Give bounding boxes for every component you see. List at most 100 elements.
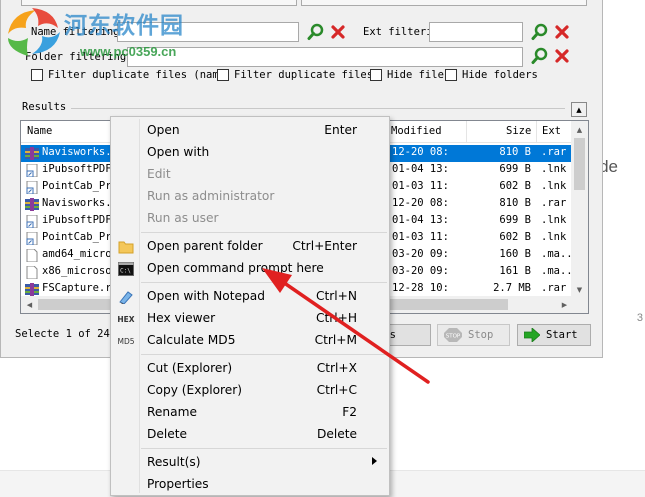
row-name: amd64_micros	[42, 248, 118, 260]
row-modified: 01-04 13:	[392, 163, 449, 175]
ext-filter-clear-icon[interactable]	[552, 22, 572, 42]
row-name: x86_microsof	[42, 265, 118, 277]
shortcut-file-icon	[25, 214, 39, 229]
top-tab-strip-right[interactable]	[301, 0, 587, 6]
row-modified: 12-28 10:	[392, 282, 449, 294]
menu-item-label: Delete	[147, 427, 188, 441]
rar-archive-icon	[25, 198, 39, 211]
row-size: 810 B	[499, 197, 531, 209]
submenu-arrow-icon	[372, 457, 377, 465]
checkbox-box[interactable]	[445, 69, 457, 81]
menu-item-shortcut: Enter	[324, 123, 357, 137]
menu-item-shortcut: Ctrl+N	[315, 289, 357, 303]
svg-text:C:\: C:\	[120, 268, 131, 275]
menu-item-open-command-prompt-here[interactable]: C:\ Open command prompt here	[113, 258, 387, 280]
vertical-scroll-thumb[interactable]	[574, 138, 585, 190]
column-header-name[interactable]: Name	[27, 125, 52, 137]
folder-filtering-input[interactable]	[127, 47, 523, 67]
row-name: iPubsoftPDF	[42, 163, 112, 175]
row-modified: 01-03 11:	[392, 231, 449, 243]
menu-item-cut-explorer[interactable]: Cut (Explorer) Ctrl+X	[113, 358, 387, 380]
row-ext: .lnk	[541, 231, 567, 243]
blank-file-icon	[25, 248, 39, 263]
row-name: iPubsoftPDF	[42, 214, 112, 226]
notepad-icon	[117, 289, 135, 305]
menu-item-label: Result(s)	[147, 455, 201, 469]
start-button[interactable]: Start	[517, 324, 591, 346]
scroll-right-arrow-icon[interactable]: ▶	[556, 296, 573, 313]
scroll-left-arrow-icon[interactable]: ◀	[21, 296, 38, 313]
md5-icon: MD5	[117, 336, 135, 346]
menu-item-label: Edit	[147, 167, 171, 181]
menu-item-properties[interactable]: Properties	[113, 474, 387, 496]
watermark-url: www.pc0359.cn	[80, 44, 177, 59]
row-size: 699 B	[499, 214, 531, 226]
row-ext: .lnk	[541, 163, 567, 175]
menu-item-hex-viewer[interactable]: HEX Hex viewer Ctrl+H	[113, 308, 387, 330]
collapse-results-button[interactable]: ▲	[571, 102, 587, 117]
filter-duplicate-files-checkbox[interactable]: Filter duplicate files	[217, 69, 373, 81]
row-ext: .ma..	[541, 248, 573, 260]
row-modified: 12-20 08:	[392, 146, 449, 158]
filter-duplicate-name-checkbox[interactable]: Filter duplicate files (name	[31, 69, 225, 81]
menu-item-shortcut: Ctrl+M	[314, 333, 357, 347]
menu-item-open[interactable]: Open Enter	[113, 120, 387, 142]
row-ext: .ma..	[541, 265, 573, 277]
scroll-up-arrow-icon[interactable]: ▲	[571, 121, 588, 138]
menu-item-edit[interactable]: Edit	[113, 164, 387, 186]
row-modified: 01-04 13:	[392, 214, 449, 226]
menu-item-delete[interactable]: Delete Delete	[113, 424, 387, 446]
column-separator[interactable]	[536, 121, 537, 143]
menu-item-rename[interactable]: Rename F2	[113, 402, 387, 424]
column-header-size[interactable]: Size	[506, 125, 531, 137]
stop-icon: STOP	[444, 328, 462, 342]
hide-folders-checkbox[interactable]: Hide folders	[445, 69, 538, 81]
row-ext: .rar	[541, 146, 567, 158]
menu-separator	[141, 282, 387, 283]
checkbox-label: Filter duplicate files (name	[48, 69, 226, 81]
menu-item-label: Hex viewer	[147, 311, 216, 325]
column-header-modified[interactable]: Modified	[391, 125, 442, 137]
row-ext: .lnk	[541, 214, 567, 226]
menu-item-shortcut: Ctrl+Enter	[292, 239, 357, 253]
name-filter-clear-icon[interactable]	[328, 22, 348, 42]
checkbox-box[interactable]	[217, 69, 229, 81]
menu-separator	[141, 232, 387, 233]
stop-button[interactable]: STOP Stop	[437, 324, 510, 346]
checkbox-box[interactable]	[370, 69, 382, 81]
menu-item-open-with[interactable]: Open with	[113, 142, 387, 164]
menu-item-calculate-md5[interactable]: MD5 Calculate MD5 Ctrl+M	[113, 330, 387, 352]
menu-item-copy-explorer[interactable]: Copy (Explorer) Ctrl+C	[113, 380, 387, 402]
checkbox-label: Hide folders	[462, 69, 538, 81]
row-ext: .rar	[541, 282, 567, 294]
menu-item-label: Open command prompt here	[147, 261, 324, 275]
folder-filter-clear-icon[interactable]	[552, 46, 572, 66]
checkbox-box[interactable]	[31, 69, 43, 81]
menu-item-open-parent-folder[interactable]: Open parent folder Ctrl+Enter	[113, 236, 387, 258]
start-button-label: Start	[546, 329, 578, 341]
chevron-up-icon: ▲	[576, 105, 582, 114]
menu-item-open-with-notepad[interactable]: Open with Notepad Ctrl+N	[113, 286, 387, 308]
row-ext: .lnk	[541, 180, 567, 192]
menu-item-run-as-user[interactable]: Run as user	[113, 208, 387, 230]
rar-archive-icon	[25, 283, 39, 296]
row-modified: 03-20 09:	[392, 248, 449, 260]
partial-action-label: s	[389, 329, 396, 341]
folder-filter-search-icon[interactable]	[530, 46, 550, 66]
ext-filtering-input[interactable]	[429, 22, 523, 42]
column-header-ext[interactable]: Ext	[542, 125, 561, 137]
name-filter-search-icon[interactable]	[306, 22, 326, 42]
file-context-menu: Open Enter Open with Edit Run as administrat…	[110, 116, 390, 496]
vertical-scrollbar[interactable]: ▲ ▼	[571, 121, 588, 298]
menu-item-result-s[interactable]: Result(s)	[113, 452, 387, 474]
selection-status-text: Selecte 1 of 24 c	[15, 328, 123, 340]
menu-item-label: Rename	[147, 405, 197, 419]
menu-item-label: Run as administrator	[147, 189, 275, 203]
menu-item-run-as-administrator[interactable]: Run as administrator	[113, 186, 387, 208]
ext-filter-search-icon[interactable]	[530, 22, 550, 42]
hide-files-checkbox[interactable]: Hide files	[370, 69, 450, 81]
command-prompt-icon: C:\	[117, 261, 135, 277]
checkbox-label: Filter duplicate files	[234, 69, 374, 81]
column-separator[interactable]	[466, 121, 467, 143]
row-size: 699 B	[499, 163, 531, 175]
